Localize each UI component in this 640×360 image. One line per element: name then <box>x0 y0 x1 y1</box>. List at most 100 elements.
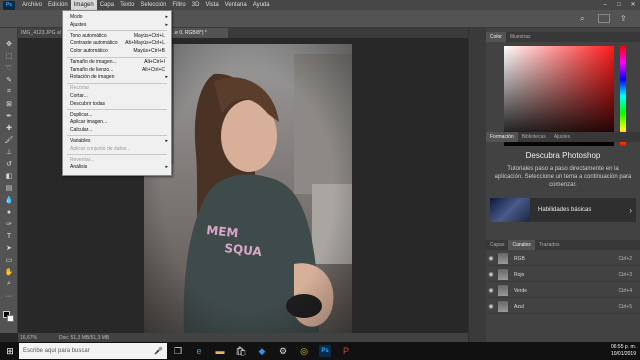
color-picker-field[interactable] <box>504 46 614 146</box>
edge-icon[interactable]: e <box>193 345 205 357</box>
right-panels: Color Muestras Formación Bibliotecas Aju… <box>486 28 640 342</box>
menu-vista[interactable]: Vista <box>202 0 221 10</box>
menu-item-calcular[interactable]: Calcular... <box>63 127 171 134</box>
microphone-icon[interactable]: 🎤 <box>154 347 163 355</box>
menu-item-ajustes[interactable]: Ajustes ▸ <box>63 22 171 29</box>
maximize-icon[interactable]: □ <box>612 0 626 10</box>
minimize-icon[interactable]: – <box>598 0 612 10</box>
hue-slider[interactable] <box>620 46 626 146</box>
channel-row-verde[interactable]: ◉ Verde Ctrl+4 <box>486 284 640 298</box>
file-explorer-icon[interactable]: ▬ <box>214 345 226 357</box>
menu-item-aplicar-imagen[interactable]: Aplicar imagen... <box>63 119 171 126</box>
menu-imagen[interactable]: Imagen <box>70 0 97 10</box>
tab-adjustments[interactable]: Ajustes <box>550 132 574 142</box>
menu-item-cortar[interactable]: Cortar... <box>63 93 171 100</box>
menu-item-variables[interactable]: Variables ▸ <box>63 138 171 145</box>
menu-item-análisis[interactable]: Análisis ▸ <box>63 164 171 171</box>
path-selection-tool-icon[interactable]: ➤ <box>4 244 14 252</box>
menu-ayuda[interactable]: Ayuda <box>250 0 273 10</box>
channel-row-rgb[interactable]: ◉ RGB Ctrl+2 <box>486 252 640 266</box>
channel-thumbnail <box>498 285 508 296</box>
clock-date: 10/01/2019 <box>610 351 636 357</box>
crop-tool-icon[interactable]: ⌗ <box>4 88 14 96</box>
channel-row-rojo[interactable]: ◉ Rojo Ctrl+3 <box>486 268 640 282</box>
tab-layers[interactable]: Capas <box>486 240 508 250</box>
windows-start-icon[interactable]: ⊞ <box>2 342 18 360</box>
system-clock[interactable]: 06:55 p. m. 10/01/2019 <box>598 344 636 358</box>
menu-ventana[interactable]: Ventana <box>222 0 250 10</box>
menu-item-tono-automático[interactable]: Tono automático Mayús+Ctrl+L <box>63 33 171 40</box>
dodge-tool-icon[interactable]: ● <box>4 208 14 216</box>
history-brush-tool-icon[interactable]: ↺ <box>4 160 14 168</box>
dropbox-icon[interactable]: ◆ <box>256 345 268 357</box>
tab-learn[interactable]: Formación <box>486 132 518 142</box>
menu-capa[interactable]: Capa <box>97 0 117 10</box>
tab-libraries[interactable]: Bibliotecas <box>518 132 550 142</box>
submenu-arrow-icon: ▸ <box>165 74 168 81</box>
clone-stamp-tool-icon[interactable]: ⊥ <box>4 148 14 156</box>
menu-filtro[interactable]: Filtro <box>169 0 188 10</box>
marquee-tool-icon[interactable]: ⬚ <box>4 52 14 60</box>
tab-paths[interactable]: Trazados <box>535 240 564 250</box>
shape-tool-icon[interactable]: ▭ <box>4 256 14 264</box>
store-icon[interactable]: 🛍 <box>235 345 247 357</box>
quick-select-tool-icon[interactable]: ✎ <box>4 76 14 84</box>
menu-item-reventar[interactable]: Reventar... <box>63 157 171 164</box>
channel-row-azul[interactable]: ◉ Azul Ctrl+5 <box>486 300 640 314</box>
search-icon[interactable]: ⌕ <box>580 14 584 24</box>
zoom-level[interactable]: 16,67% <box>20 335 37 341</box>
menu-selección[interactable]: Selección <box>137 0 169 10</box>
menu-item-recortar[interactable]: Recortar <box>63 85 171 92</box>
tab-swatches[interactable]: Muestras <box>506 32 535 42</box>
pen-tool-icon[interactable]: ✑ <box>4 220 14 228</box>
menu-archivo[interactable]: Archivo <box>19 0 45 10</box>
menu-item-descubrir-todas[interactable]: Descubrir todas <box>63 101 171 108</box>
channel-name: Azul <box>514 303 524 310</box>
tab-channels[interactable]: Canales <box>508 240 535 250</box>
type-tool-icon[interactable]: T <box>4 232 14 240</box>
menu-item-aplicar-conjunto-de-datos[interactable]: Aplicar conjunto de datos... <box>63 146 171 153</box>
visibility-eye-icon[interactable]: ◉ <box>486 287 496 294</box>
move-tool-icon[interactable]: ✥ <box>4 40 14 48</box>
color-panel-tabs: Color Muestras <box>486 32 640 42</box>
hand-tool-icon[interactable]: ✋ <box>4 268 14 276</box>
healing-brush-tool-icon[interactable]: ✚ <box>4 124 14 132</box>
visibility-eye-icon[interactable]: ◉ <box>486 303 496 310</box>
workspace-icon[interactable] <box>598 14 610 23</box>
blur-tool-icon[interactable]: 💧 <box>4 196 14 204</box>
menu-item-rotación-de-imagen[interactable]: Rotación de imagen ▸ <box>63 74 171 81</box>
gradient-tool-icon[interactable]: ▤ <box>4 184 14 192</box>
close-icon[interactable]: ✕ <box>626 0 640 10</box>
settings-icon[interactable]: ⚙ <box>277 345 289 357</box>
menu-item-contraste-automático[interactable]: Contraste automático Alt+Mayús+Ctrl+L <box>63 40 171 47</box>
taskbar-search-input[interactable]: Escribe aquí para buscar 🎤 <box>19 343 167 359</box>
menu-item-tamaño-de-lienzo[interactable]: Tamaño de lienzo... Alt+Ctrl+C <box>63 67 171 74</box>
eraser-tool-icon[interactable]: ◧ <box>4 172 14 180</box>
menu-item-color-automático[interactable]: Color automático Mayús+Ctrl+B <box>63 48 171 55</box>
tab-color[interactable]: Color <box>486 32 506 42</box>
menu-texto[interactable]: Texto <box>117 0 137 10</box>
task-view-icon[interactable]: ❐ <box>172 345 184 357</box>
photoshop-icon[interactable]: Ps <box>319 345 331 357</box>
document-tab-2[interactable]: ...e 0, RGB/8*) * <box>168 28 228 38</box>
share-icon[interactable]: ⇪ <box>620 14 627 23</box>
visibility-eye-icon[interactable]: ◉ <box>486 255 496 262</box>
menu-edición[interactable]: Edición <box>45 0 71 10</box>
visibility-eye-icon[interactable]: ◉ <box>486 271 496 278</box>
chrome-icon[interactable]: ◎ <box>298 345 310 357</box>
lasso-tool-icon[interactable]: ➰ <box>4 64 14 72</box>
tools-panel: ✥ ⬚ ➰ ✎ ⌗ ⊠ ✒ ✚ 🖌 ⊥ ↺ ◧ ▤ 💧 ● ✑ T ➤ ▭ ✋ … <box>0 28 18 333</box>
brush-tool-icon[interactable]: 🖌 <box>4 136 14 144</box>
background-color-swatch[interactable] <box>7 315 14 322</box>
menu-item-modo[interactable]: Modo ▸ <box>63 14 171 21</box>
more-tools-icon[interactable]: ··· <box>4 292 14 300</box>
zoom-tool-icon[interactable]: ⌕ <box>4 280 14 288</box>
channel-name: RGB <box>514 255 525 262</box>
menu-3d[interactable]: 3D <box>189 0 203 10</box>
learn-card-basic-skills[interactable]: Habilidades básicas › <box>490 198 636 222</box>
menu-item-duplicar[interactable]: Duplicar... <box>63 112 171 119</box>
frame-tool-icon[interactable]: ⊠ <box>4 100 14 108</box>
menu-item-tamaño-de-imagen[interactable]: Tamaño de imagen... Alt+Ctrl+I <box>63 59 171 66</box>
powerpoint-icon[interactable]: P <box>340 345 352 357</box>
eyedropper-tool-icon[interactable]: ✒ <box>4 112 14 120</box>
